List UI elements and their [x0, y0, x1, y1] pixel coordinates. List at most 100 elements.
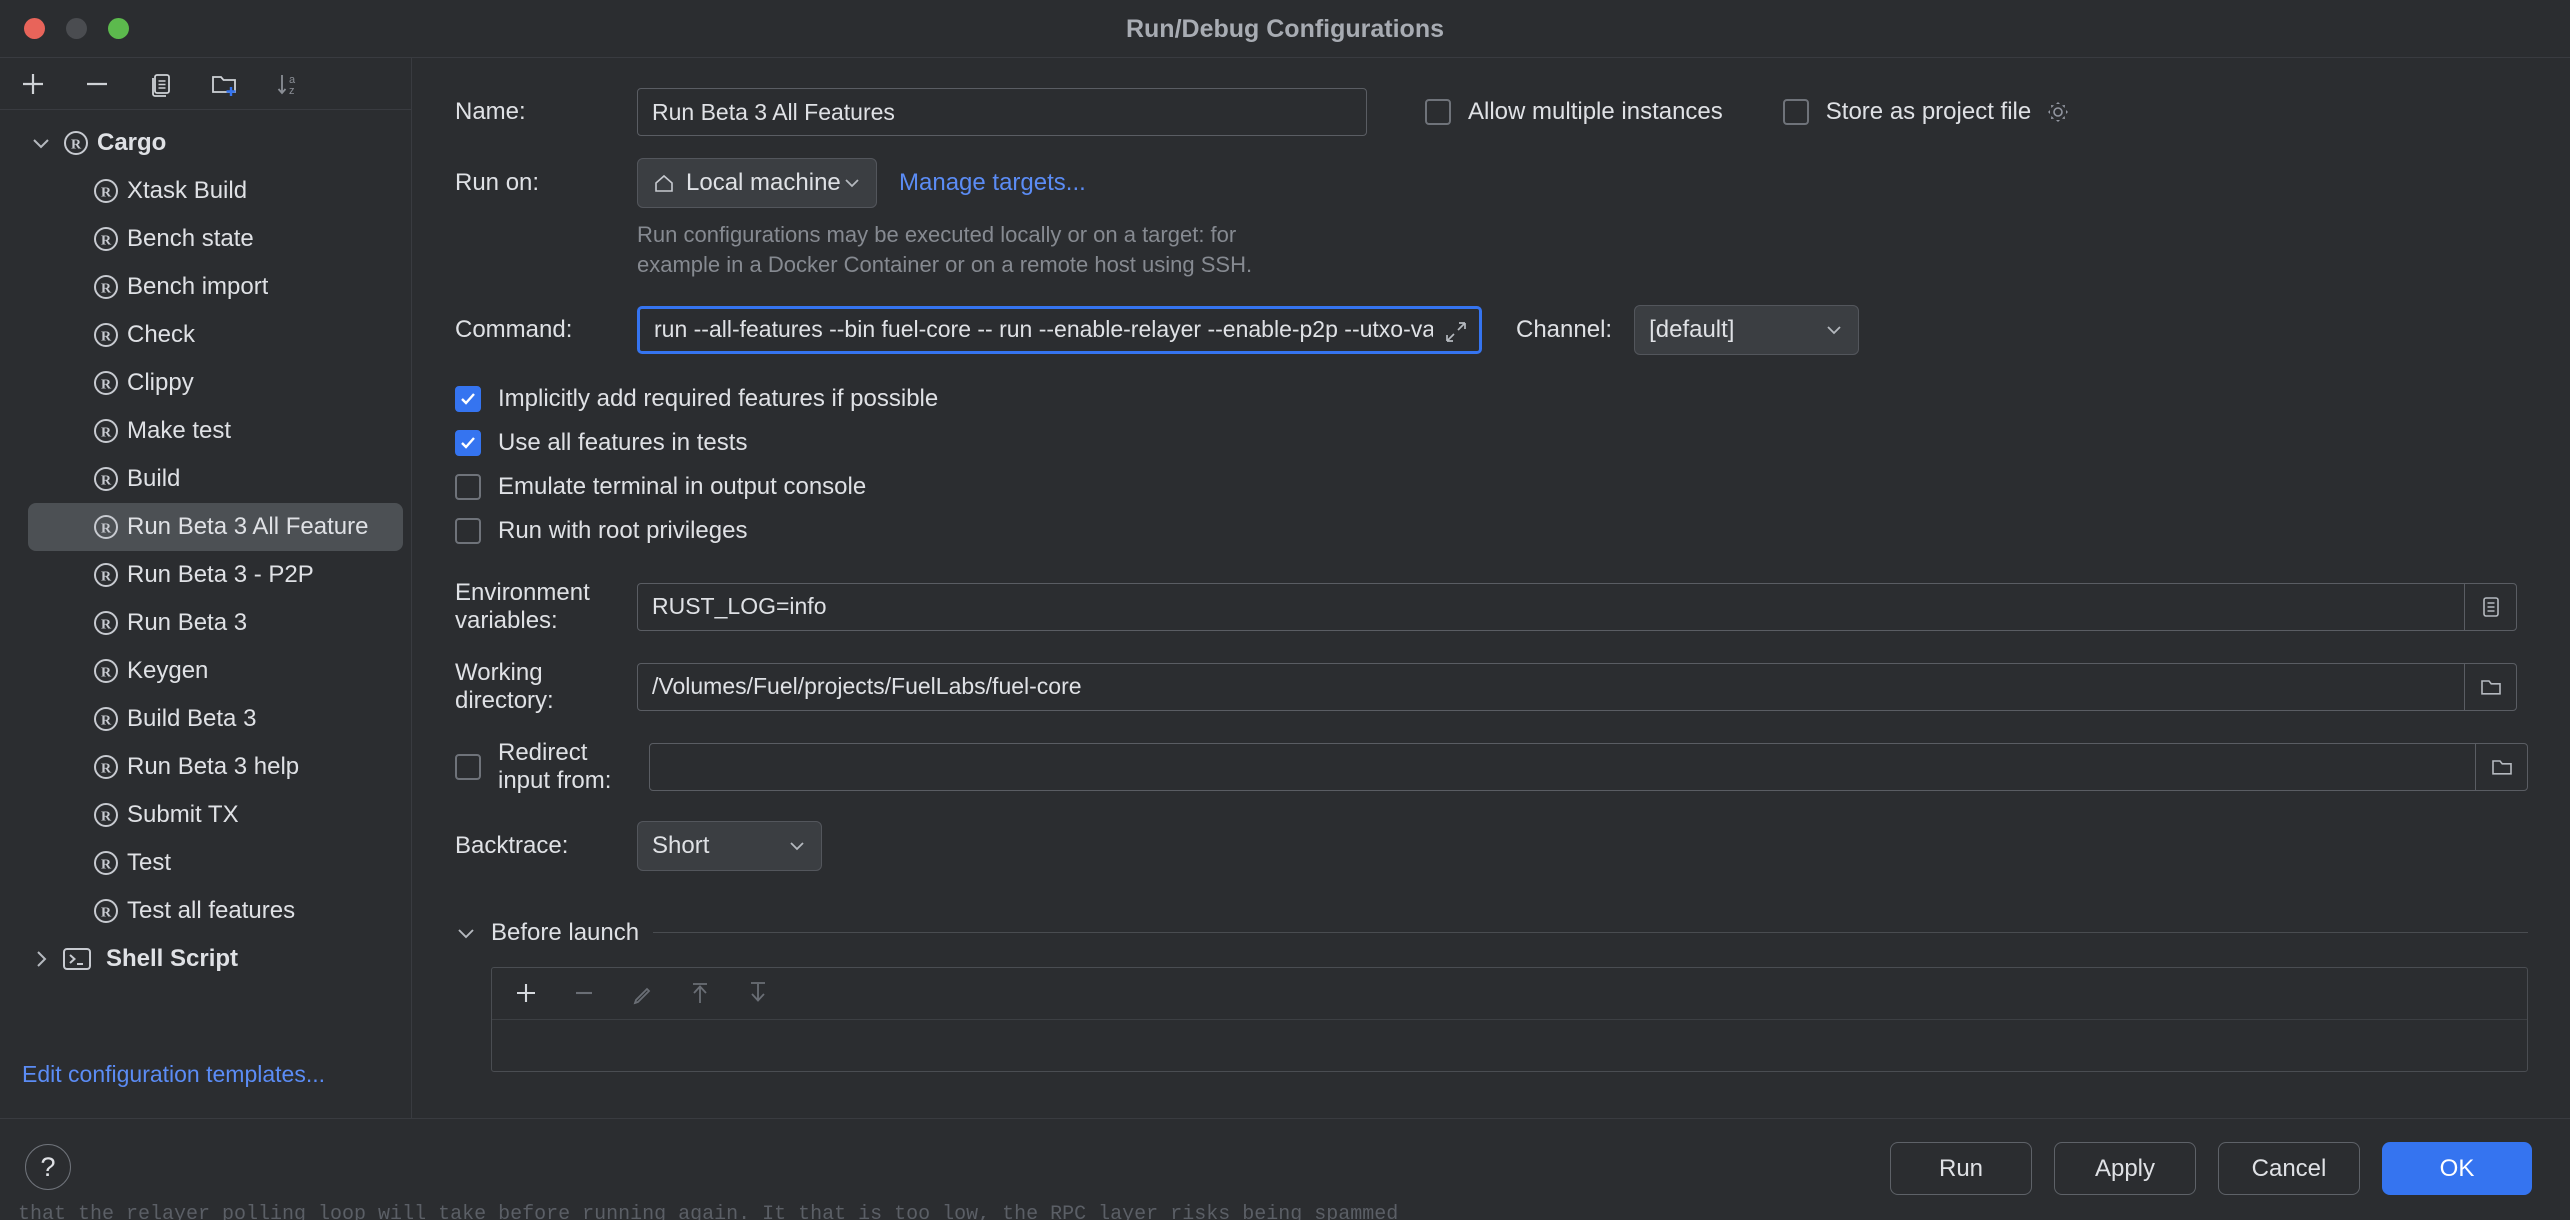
tree-item-build-beta-3[interactable]: R Build Beta 3 — [0, 695, 411, 743]
tree-item-label: Bench state — [127, 225, 254, 252]
copy-configuration-button[interactable] — [142, 65, 180, 103]
tree-item-label: Run Beta 3 - P2P — [127, 561, 314, 588]
run-debug-configurations-dialog: Run/Debug Configurations a z R Cargo R X… — [0, 0, 2570, 1220]
before-launch-task-list[interactable] — [491, 966, 2528, 1072]
tree-item-run-beta-3-all-feature[interactable]: R Run Beta 3 All Feature — [28, 503, 403, 551]
implicitly-add-features-checkbox[interactable]: Implicitly add required features if poss… — [455, 377, 2528, 421]
tree-item-test-all-features[interactable]: R Test all features — [0, 887, 411, 935]
rust-icon: R — [94, 275, 118, 299]
svg-text:z: z — [289, 85, 295, 97]
tree-item-submit-tx[interactable]: R Submit TX — [0, 791, 411, 839]
expand-icon — [1446, 321, 1466, 342]
chevron-right-icon[interactable] — [28, 946, 54, 972]
tree-item-run-beta-3-p2p[interactable]: R Run Beta 3 - P2P — [0, 551, 411, 599]
working-directory-label: Working directory: — [455, 658, 554, 714]
redirect-input-field[interactable] — [648, 742, 2528, 791]
backtrace-select[interactable]: Short — [637, 820, 822, 871]
dialog-action-buttons: Run Apply Cancel OK — [1890, 1142, 2532, 1195]
command-input[interactable]: run --all-features --bin fuel-core -- ru… — [637, 305, 1482, 354]
rust-icon: R — [64, 131, 88, 155]
redirect-input-browse-button[interactable] — [2475, 742, 2527, 791]
command-expand-button[interactable] — [1443, 319, 1469, 351]
allow-multiple-instances-label: Allow multiple instances — [1468, 98, 1723, 125]
manage-targets-link[interactable]: Manage targets... — [899, 169, 1086, 197]
tree-item-shell-script[interactable]: Shell Script — [0, 935, 411, 983]
apply-button[interactable]: Apply — [2054, 1142, 2196, 1195]
tree-item-check[interactable]: R Check — [0, 311, 411, 359]
help-button[interactable]: ? — [25, 1144, 71, 1190]
run-root-privileges-checkbox[interactable]: Run with root privileges — [455, 509, 2528, 553]
move-up-task-button — [682, 975, 718, 1011]
rust-icon: R — [94, 515, 118, 539]
tree-item-build[interactable]: R Build — [0, 455, 411, 503]
tree-item-cargo[interactable]: R Cargo — [0, 119, 411, 167]
run-on-label: Run on: — [455, 169, 540, 196]
rust-icon: R — [94, 803, 118, 827]
tree-item-test[interactable]: R Test — [0, 839, 411, 887]
tree-item-keygen[interactable]: R Keygen — [0, 647, 411, 695]
svg-text:R: R — [71, 138, 82, 153]
name-label: Name: — [455, 98, 526, 125]
list-icon — [2482, 596, 2499, 617]
chevron-down-icon — [1827, 326, 1841, 334]
tree-item-label: Shell Script — [106, 945, 239, 972]
chevron-down-icon — [458, 929, 474, 939]
add-task-button[interactable] — [508, 975, 544, 1011]
folder-icon — [2491, 759, 2512, 775]
tree-item-run-beta-3[interactable]: R Run Beta 3 — [0, 599, 411, 647]
window-titlebar: Run/Debug Configurations — [0, 0, 2570, 58]
environment-variables-input[interactable]: RUST_LOG=info — [637, 582, 2517, 631]
rust-icon: R — [94, 227, 118, 251]
run-on-select[interactable]: Local machine — [637, 158, 877, 208]
tree-item-label: Test — [127, 849, 172, 876]
store-as-project-file-checkbox[interactable]: Store as project file — [1782, 98, 2071, 126]
configurations-tree[interactable]: R Cargo R Xtask Build R Bench state R Bench imp… — [0, 111, 411, 1026]
environment-variables-browse-button[interactable] — [2464, 582, 2516, 631]
tree-item-run-beta-3-help[interactable]: R Run Beta 3 help — [0, 743, 411, 791]
redirect-input-box — [455, 753, 481, 780]
edit-configuration-templates-link[interactable]: Edit configuration templates... — [22, 1061, 325, 1088]
tree-item-bench-state[interactable]: R Bench state — [0, 215, 411, 263]
svg-text:R: R — [101, 186, 112, 201]
redirect-input-checkbox[interactable]: Redirect input from: — [455, 739, 637, 795]
run-on-hint-line1: Run configurations may be executed local… — [637, 222, 1237, 247]
run-button[interactable]: Run — [1890, 1142, 2032, 1195]
svg-text:R: R — [101, 234, 112, 249]
checkbox-label: Emulate terminal in output console — [498, 472, 867, 500]
remove-task-button — [566, 975, 602, 1011]
dialog-title: Run/Debug Configurations — [1125, 15, 1445, 43]
new-folder-button[interactable] — [206, 65, 244, 103]
working-directory-input[interactable]: /Volumes/Fuel/projects/FuelLabs/fuel-cor… — [637, 662, 2517, 711]
svg-text:R: R — [101, 906, 112, 921]
allow-multiple-instances-checkbox[interactable]: Allow multiple instances — [1425, 98, 1723, 126]
tree-item-make-test[interactable]: R Make test — [0, 407, 411, 455]
tree-item-label: Make test — [127, 417, 232, 444]
environment-variables-value: RUST_LOG=info — [652, 593, 827, 620]
tree-item-label: Xtask Build — [127, 177, 248, 204]
chevron-down-icon[interactable] — [28, 130, 54, 156]
ok-button[interactable]: OK — [2382, 1142, 2532, 1195]
emulate-terminal-checkbox[interactable]: Emulate terminal in output console — [455, 465, 2528, 509]
folder-icon — [2480, 679, 2501, 695]
name-input[interactable]: Run Beta 3 All Features — [637, 88, 1367, 136]
tree-item-label: Run Beta 3 help — [127, 753, 300, 780]
home-icon — [655, 174, 673, 192]
channel-select[interactable]: [default] — [1634, 304, 1860, 355]
rust-icon: R — [94, 851, 118, 875]
add-configuration-button[interactable] — [14, 65, 52, 103]
rust-icon: R — [94, 707, 118, 731]
store-as-project-file-settings-button[interactable] — [2045, 99, 2071, 125]
sidebar-toolbar: a z — [0, 58, 411, 110]
remove-configuration-button[interactable] — [78, 65, 116, 103]
cancel-button[interactable]: Cancel — [2218, 1142, 2360, 1195]
options-checkbox-group: Implicitly add required features if poss… — [455, 377, 2528, 553]
working-directory-browse-button[interactable] — [2464, 662, 2516, 711]
tree-item-clippy[interactable]: R Clippy — [0, 359, 411, 407]
pencil-icon — [633, 987, 651, 1005]
use-all-features-tests-checkbox[interactable]: Use all features in tests — [455, 421, 2528, 465]
tree-item-xtask-build[interactable]: R Xtask Build — [0, 167, 411, 215]
sort-configurations-button[interactable]: a z — [270, 65, 308, 103]
tree-item-label: Run Beta 3 — [127, 609, 248, 636]
before-launch-section-header[interactable]: Before launch — [455, 919, 2528, 947]
tree-item-bench-import[interactable]: R Bench import — [0, 263, 411, 311]
